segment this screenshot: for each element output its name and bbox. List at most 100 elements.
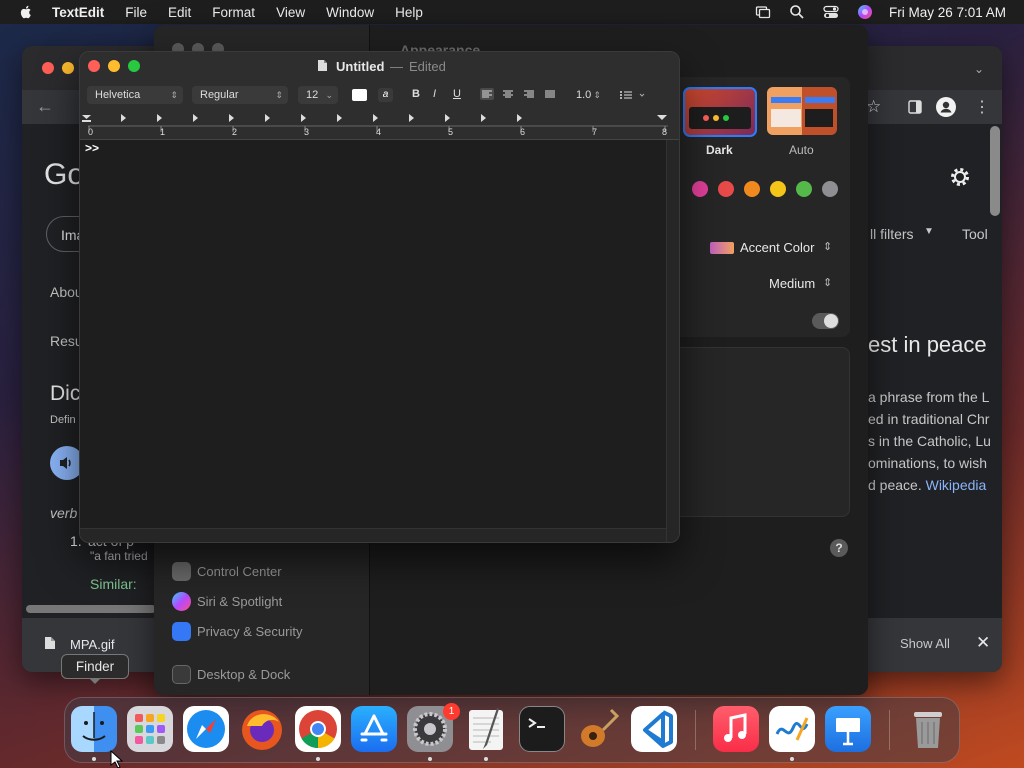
close-download-shelf-icon[interactable]: ✕	[976, 633, 990, 653]
text-color-well[interactable]	[352, 89, 367, 101]
document-text-area[interactable]: >>	[80, 140, 666, 528]
control-center-icon[interactable]	[823, 4, 839, 20]
results-label: Resu	[50, 333, 83, 349]
similar-label: Similar:	[90, 576, 137, 592]
launchpad-icon	[135, 714, 165, 744]
sidebar-item-privacy-security[interactable]: Privacy & Security	[166, 619, 366, 645]
ruler-number: 2	[232, 127, 238, 137]
textedit-minimize-button[interactable]	[108, 60, 120, 72]
menu-window[interactable]: Window	[326, 5, 374, 20]
sidebar-icon-size-popup[interactable]: Medium ⇕	[767, 276, 837, 294]
dock-firefox[interactable]	[239, 706, 285, 752]
menu-file[interactable]: File	[125, 5, 147, 20]
all-filters-button[interactable]: ll filters	[870, 226, 914, 242]
dock-app-store[interactable]	[351, 706, 397, 752]
tab-search-chevron-icon[interactable]: ⌄	[974, 62, 984, 76]
highlight-color-icon[interactable]: a	[378, 88, 393, 102]
firefox-icon	[242, 710, 282, 750]
sidebar-item-siri-spotlight[interactable]: Siri & Spotlight	[166, 589, 366, 615]
dock-launchpad[interactable]	[127, 706, 173, 752]
help-icon[interactable]: ?	[830, 539, 848, 557]
dock-safari[interactable]	[183, 706, 229, 752]
justify-icon[interactable]	[543, 88, 557, 100]
line-spacing-popup[interactable]: 1.0 ⇕	[568, 86, 606, 104]
menu-edit[interactable]: Edit	[168, 5, 191, 20]
theme-dark-thumbnail[interactable]	[683, 87, 757, 137]
align-right-icon[interactable]	[522, 88, 536, 100]
accent-color-pink[interactable]	[692, 181, 708, 197]
app-menu[interactable]: TextEdit	[52, 5, 104, 20]
bold-button[interactable]: B	[412, 88, 420, 100]
horizontal-scroll-track[interactable]	[80, 528, 666, 542]
font-family-popup[interactable]: Helvetica ⇕	[87, 86, 183, 104]
snippet-line: ominations, to wish	[868, 455, 988, 471]
snippet-line: a phrase from the L	[868, 389, 990, 405]
tooltip-pointer	[89, 678, 101, 684]
chrome-menu-icon[interactable]: ⋮	[974, 97, 990, 117]
show-all-downloads-button[interactable]: Show All	[900, 636, 950, 651]
textedit-close-button[interactable]	[88, 60, 100, 72]
running-indicator	[428, 757, 432, 761]
underline-button[interactable]: U	[453, 88, 461, 100]
sidebar-item-desktop-dock[interactable]: Desktop & Dock	[166, 662, 366, 688]
screen-mirroring-icon[interactable]	[755, 4, 771, 20]
dock-trash[interactable]	[905, 706, 951, 752]
profile-avatar[interactable]	[936, 97, 956, 117]
sidebar-icon-size-value: Medium	[769, 276, 816, 291]
menu-format[interactable]: Format	[212, 5, 255, 20]
ruler[interactable]: 0 1 2 3 4 5 6 7 8	[80, 110, 679, 140]
apple-menu-icon[interactable]	[18, 4, 34, 20]
highlight-swatch	[710, 242, 734, 254]
bookmark-star-icon[interactable]: ☆	[866, 97, 881, 117]
accent-color-green[interactable]	[796, 181, 812, 197]
theme-auto-thumbnail[interactable]	[767, 87, 837, 135]
highlight-color-popup[interactable]: Accent Color ⇕	[710, 240, 837, 258]
ruler-number: 6	[520, 127, 526, 137]
horizontal-scrollbar[interactable]	[26, 605, 156, 613]
accent-color-orange[interactable]	[744, 181, 760, 197]
dock-finder[interactable]	[71, 706, 117, 752]
textedit-zoom-button[interactable]	[128, 60, 140, 72]
knowledge-panel-snippet: a phrase from the L ed in traditional Ch…	[868, 386, 1002, 496]
menu-clock[interactable]: Fri May 26 7:01 AM	[889, 5, 1006, 20]
dock-terminal[interactable]	[519, 706, 565, 752]
dock-music[interactable]	[713, 706, 759, 752]
terminal-icon	[528, 718, 545, 728]
align-center-icon[interactable]	[501, 88, 515, 100]
chrome-minimize-button[interactable]	[62, 62, 74, 74]
back-arrow-icon[interactable]: ←	[36, 96, 54, 117]
dock-chrome[interactable]	[295, 706, 341, 752]
stepper-icon: ⇕	[170, 90, 178, 100]
thumb-bar	[771, 97, 801, 103]
list-style-popup[interactable]	[618, 88, 650, 102]
tools-button[interactable]: Tool	[962, 226, 988, 242]
accent-color-yellow[interactable]	[770, 181, 786, 197]
theme-auto-label: Auto	[789, 143, 814, 157]
spotlight-search-icon[interactable]	[789, 4, 805, 20]
sidebar-item-control-center[interactable]: Control Center	[166, 559, 366, 585]
italic-button[interactable]: I	[433, 88, 436, 100]
dock-garageband[interactable]	[575, 706, 621, 752]
accent-color-red[interactable]	[718, 181, 734, 197]
ruler-number: 7	[592, 127, 598, 137]
dock-textedit[interactable]	[463, 706, 509, 752]
menu-view[interactable]: View	[276, 5, 305, 20]
vertical-scroll-track[interactable]	[666, 140, 679, 542]
dock-keynote[interactable]	[825, 706, 871, 752]
font-size-combo[interactable]: 12 ⌄	[298, 86, 338, 104]
settings-gear-icon[interactable]	[948, 165, 972, 189]
siri-icon[interactable]	[857, 4, 873, 20]
dock-freeform[interactable]	[769, 706, 815, 752]
chrome-close-button[interactable]	[42, 62, 54, 74]
wikipedia-link[interactable]: Wikipedia	[926, 477, 987, 493]
font-style-popup[interactable]: Regular ⇕	[192, 86, 288, 104]
wallpaper-tinting-toggle[interactable]	[812, 313, 839, 329]
dock-vscode[interactable]	[631, 706, 677, 752]
menu-help[interactable]: Help	[395, 5, 423, 20]
accent-color-graphite[interactable]	[822, 181, 838, 197]
ruler-number: 8	[662, 127, 668, 137]
download-filename[interactable]: MPA.gif	[70, 637, 115, 652]
vertical-scrollbar[interactable]	[990, 126, 1000, 216]
align-left-button[interactable]	[480, 88, 494, 100]
side-panel-icon[interactable]	[908, 100, 922, 114]
